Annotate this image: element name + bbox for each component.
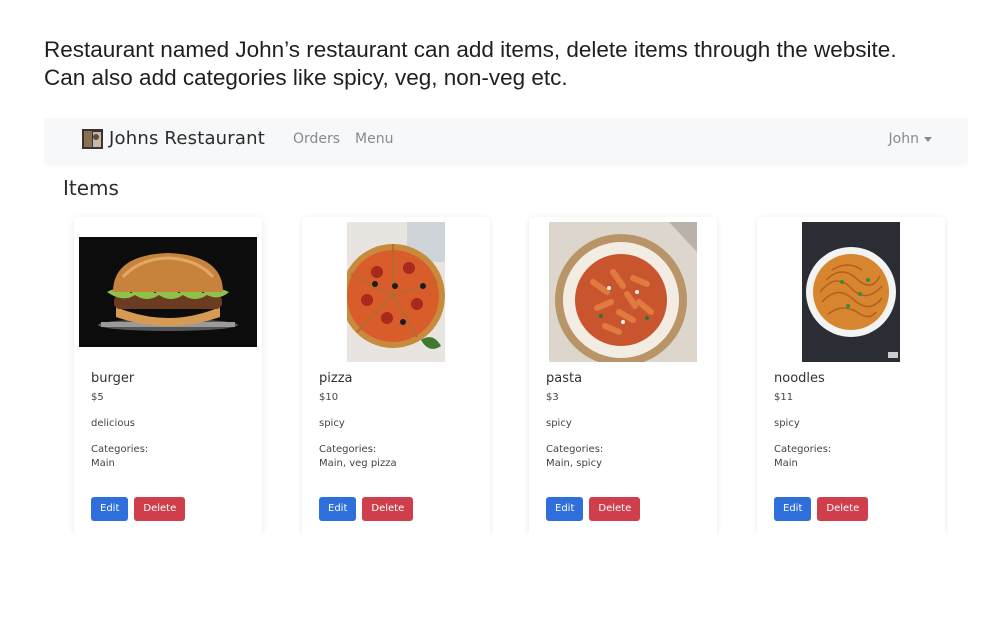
delete-button[interactable]: Delete: [362, 497, 414, 521]
item-categories: Main: [774, 458, 798, 469]
item-categories: Main, spicy: [546, 458, 602, 469]
item-card: pasta $3 spicy Categories: Main, spicy E…: [529, 217, 717, 533]
pizza-photo-icon: [347, 222, 445, 362]
navbar: Johns Restaurant Orders Menu John: [44, 118, 968, 162]
delete-button[interactable]: Delete: [589, 497, 641, 521]
item-description: spicy: [319, 418, 345, 429]
user-dropdown[interactable]: John: [889, 131, 932, 147]
burger-photo-icon: [79, 237, 257, 347]
edit-button[interactable]: Edit: [319, 497, 357, 521]
restaurant-app: Johns Restaurant Orders Menu John Items: [44, 118, 968, 533]
item-actions: Edit Delete: [774, 497, 869, 521]
item-card: noodles $11 spicy Categories: Main Edit …: [757, 217, 945, 533]
item-actions: Edit Delete: [91, 497, 186, 521]
description-line-2: Can also add categories like spicy, veg,…: [44, 65, 568, 90]
item-card: pizza $10 spicy Categories: Main, veg pi…: [302, 217, 490, 533]
items-grid: burger $5 delicious Categories: Main Edi…: [74, 217, 954, 533]
item-price: $11: [774, 392, 794, 403]
item-name: burger: [91, 371, 135, 386]
item-image: [74, 222, 262, 362]
brand-link[interactable]: Johns Restaurant: [82, 128, 265, 149]
pasta-photo-icon: [549, 222, 697, 362]
item-categories-label: Categories:: [774, 444, 832, 455]
item-body: pizza $10 spicy Categories: Main, veg pi…: [319, 370, 479, 471]
nav-menu-link[interactable]: Menu: [355, 131, 393, 147]
item-categories-label: Categories:: [546, 444, 604, 455]
item-categories-label: Categories:: [319, 444, 377, 455]
caret-down-icon: [924, 136, 932, 142]
restaurant-logo-icon: [82, 128, 103, 149]
description-text: Restaurant named John’s restaurant can a…: [44, 36, 964, 92]
item-price: $10: [319, 392, 339, 403]
edit-button[interactable]: Edit: [546, 497, 584, 521]
edit-button[interactable]: Edit: [91, 497, 129, 521]
item-actions: Edit Delete: [546, 497, 641, 521]
nav-orders-link[interactable]: Orders: [293, 131, 340, 147]
item-actions: Edit Delete: [319, 497, 414, 521]
edit-button[interactable]: Edit: [774, 497, 812, 521]
item-description: spicy: [546, 418, 572, 429]
item-image: [302, 222, 490, 362]
item-categories-label: Categories:: [91, 444, 149, 455]
page-title: Items: [63, 176, 119, 200]
brand-name: Johns Restaurant: [109, 128, 265, 149]
item-description: spicy: [774, 418, 800, 429]
noodles-photo-icon: [802, 222, 900, 362]
user-name: John: [888, 131, 919, 147]
item-name: pizza: [319, 371, 353, 386]
item-price: $5: [91, 392, 104, 403]
item-body: pasta $3 spicy Categories: Main, spicy: [546, 370, 706, 471]
item-categories: Main: [91, 458, 115, 469]
item-body: burger $5 delicious Categories: Main: [91, 370, 251, 471]
item-card: burger $5 delicious Categories: Main Edi…: [74, 217, 262, 533]
item-image: [757, 222, 945, 362]
delete-button[interactable]: Delete: [817, 497, 869, 521]
item-image: [529, 222, 717, 362]
item-name: noodles: [774, 371, 825, 386]
description-line-1: Restaurant named John’s restaurant can a…: [44, 37, 897, 62]
item-name: pasta: [546, 371, 583, 386]
item-description: delicious: [91, 418, 135, 429]
item-categories: Main, veg pizza: [319, 458, 397, 469]
item-price: $3: [546, 392, 559, 403]
item-body: noodles $11 spicy Categories: Main: [774, 370, 934, 471]
delete-button[interactable]: Delete: [134, 497, 186, 521]
